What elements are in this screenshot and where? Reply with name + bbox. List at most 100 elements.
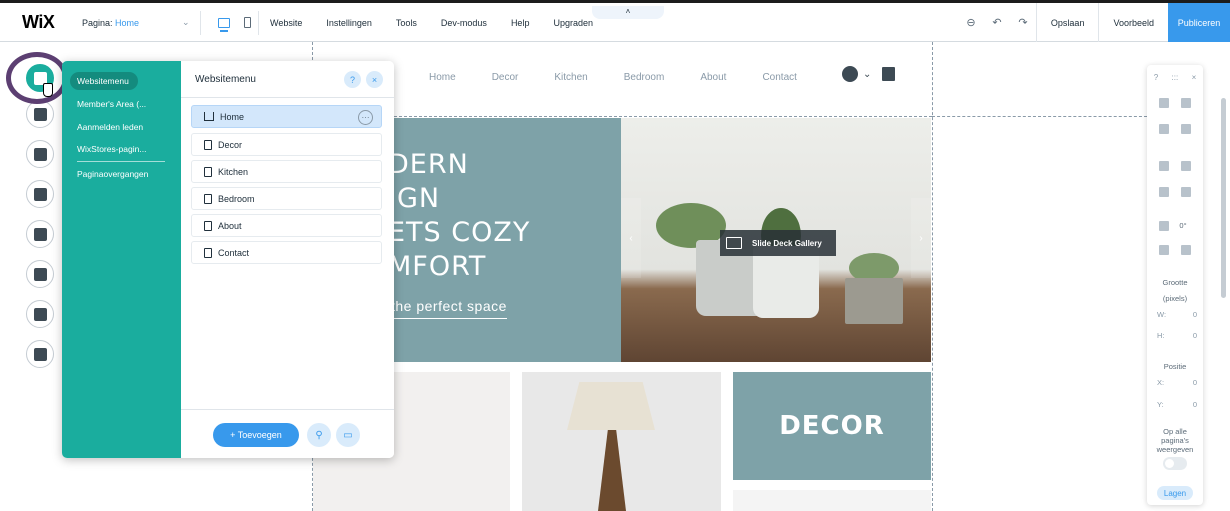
arrange-icon[interactable]: [1159, 161, 1169, 171]
site-nav-bedroom[interactable]: Bedroom: [624, 72, 665, 83]
undo-icon[interactable]: ↶: [984, 16, 1010, 29]
hero-line: ETS COZY: [388, 217, 531, 248]
publish-button[interactable]: Publiceren: [1168, 3, 1230, 42]
site-nav-home[interactable]: Home: [429, 72, 456, 83]
menu-instellingen[interactable]: Instellingen: [326, 18, 372, 28]
close-icon[interactable]: ×: [1192, 73, 1197, 82]
hand-cursor-icon: [43, 83, 53, 97]
site-nav-decor[interactable]: Decor: [492, 72, 519, 83]
chevron-down-icon[interactable]: ⌄: [863, 69, 871, 80]
page-item-label: Contact: [218, 247, 250, 258]
divider: [181, 409, 394, 410]
delete-icon[interactable]: [1181, 124, 1191, 134]
add-apps-button[interactable]: [26, 180, 54, 208]
add-button[interactable]: [26, 140, 54, 168]
zoom-icon[interactable]: ⊖: [958, 16, 984, 29]
page-item-about[interactable]: About: [191, 214, 382, 237]
wix-editor: WiX Pagina: Home ⌄ Website Instellingen …: [0, 0, 1230, 511]
bookings-button[interactable]: [26, 340, 54, 368]
site-nav-contact[interactable]: Contact: [762, 72, 796, 83]
collapse-handle[interactable]: ˄: [592, 6, 664, 19]
menu-upgraden[interactable]: Upgraden: [553, 18, 593, 28]
page-selector-label: Pagina:: [82, 17, 113, 28]
prev-arrow-icon[interactable]: ‹: [621, 198, 641, 278]
store-button[interactable]: [26, 300, 54, 328]
distribute-icon[interactable]: [1159, 187, 1169, 197]
show-all-pages-toggle[interactable]: [1163, 457, 1187, 470]
gridline: [932, 116, 1147, 117]
panel-title: Websitemenu: [195, 74, 256, 85]
y-label: Y:: [1157, 400, 1164, 409]
hero-heading: DERN IGN ETS COZY MFORT: [388, 148, 530, 284]
folder-icon[interactable]: ▭: [336, 423, 360, 447]
width-field[interactable]: W: 0: [1157, 310, 1197, 319]
divider: [77, 161, 165, 162]
category-websitemenu[interactable]: Websitemenu: [70, 72, 138, 90]
menu-help[interactable]: Help: [511, 18, 530, 28]
position-title: Positie: [1163, 362, 1187, 371]
scrollbar[interactable]: [1221, 98, 1226, 298]
x-field[interactable]: X: 0: [1157, 378, 1197, 387]
page-icon: [204, 247, 212, 258]
category-wixstores[interactable]: WixStores-pagin...: [70, 140, 174, 158]
next-arrow-icon[interactable]: ›: [911, 198, 931, 278]
redo-icon[interactable]: ↷: [1010, 16, 1036, 29]
page-item-decor[interactable]: Decor: [191, 133, 382, 156]
layers-button[interactable]: Lagen: [1157, 486, 1193, 500]
decor-card[interactable]: DECOR: [733, 372, 931, 480]
menu-dev-modus[interactable]: Dev-modus: [441, 18, 487, 28]
page-icon: [204, 139, 212, 150]
hero-line: IGN: [388, 183, 441, 214]
flip-icon[interactable]: [1159, 245, 1169, 255]
add-page-button[interactable]: + Toevoegen: [213, 423, 299, 447]
align-icon[interactable]: [1181, 161, 1191, 171]
link-icon[interactable]: ⚲: [307, 423, 331, 447]
design-button[interactable]: [26, 260, 54, 288]
save-button[interactable]: Opslaan: [1035, 3, 1099, 42]
account-area[interactable]: ⌄: [842, 66, 896, 82]
hero-slideshow[interactable]: DERN IGN ETS COZY MFORT the perfect spac…: [313, 118, 931, 362]
gallery-label[interactable]: Slide Deck Gallery: [720, 230, 836, 256]
stretch-icon[interactable]: [1181, 245, 1191, 255]
site-nav-kitchen[interactable]: Kitchen: [554, 72, 587, 83]
media-button[interactable]: [26, 220, 54, 248]
page-item-label: Decor: [218, 139, 243, 150]
divider: [181, 97, 394, 98]
site-nav-about[interactable]: About: [700, 72, 726, 83]
category-members[interactable]: Member's Area (...: [70, 95, 174, 113]
inspector-panel: ? ::: × 0° Grootte (pixels) W: 0 H: 0 Posi…: [1147, 65, 1203, 505]
page-item-bedroom[interactable]: Bedroom: [191, 187, 382, 210]
page-item-contact[interactable]: Contact: [191, 241, 382, 264]
page-item-kitchen[interactable]: Kitchen: [191, 160, 382, 183]
drag-icon[interactable]: :::: [1172, 73, 1179, 82]
menu-website[interactable]: Website: [270, 18, 302, 28]
duplicate-icon[interactable]: [1159, 124, 1169, 134]
gridline: [932, 42, 933, 511]
desktop-icon[interactable]: [218, 17, 230, 32]
page-selector[interactable]: Pagina: Home: [82, 3, 139, 42]
category-transitions[interactable]: Paginaovergangen: [70, 165, 174, 183]
page-item-home[interactable]: Home ···: [191, 105, 382, 128]
main-menu: Website Instellingen Tools Dev-modus Hel…: [270, 3, 593, 42]
help-icon[interactable]: ?: [344, 71, 361, 88]
background-button[interactable]: [26, 100, 54, 128]
apps-icon: [33, 187, 47, 201]
more-icon[interactable]: ···: [358, 110, 373, 125]
size-unit: (pixels): [1162, 294, 1188, 303]
chevron-down-icon[interactable]: ⌄: [182, 3, 190, 42]
menu-tools[interactable]: Tools: [396, 18, 417, 28]
close-icon[interactable]: ×: [366, 71, 383, 88]
help-icon[interactable]: ?: [1154, 73, 1158, 82]
height-field[interactable]: H: 0: [1157, 331, 1197, 340]
account-icon[interactable]: [842, 66, 858, 82]
category-login[interactable]: Aanmelden leden: [70, 118, 174, 136]
cart-icon[interactable]: [882, 67, 896, 81]
inspector-header: ? ::: ×: [1147, 73, 1203, 82]
mobile-icon[interactable]: [244, 17, 251, 28]
show-all-pages-label: pagina's: [1161, 436, 1189, 445]
y-field[interactable]: Y: 0: [1157, 400, 1197, 409]
preview-button[interactable]: Voorbeeld: [1098, 3, 1168, 42]
copy-icon[interactable]: [1159, 98, 1169, 108]
match-size-icon[interactable]: [1181, 187, 1191, 197]
paste-icon[interactable]: [1181, 98, 1191, 108]
